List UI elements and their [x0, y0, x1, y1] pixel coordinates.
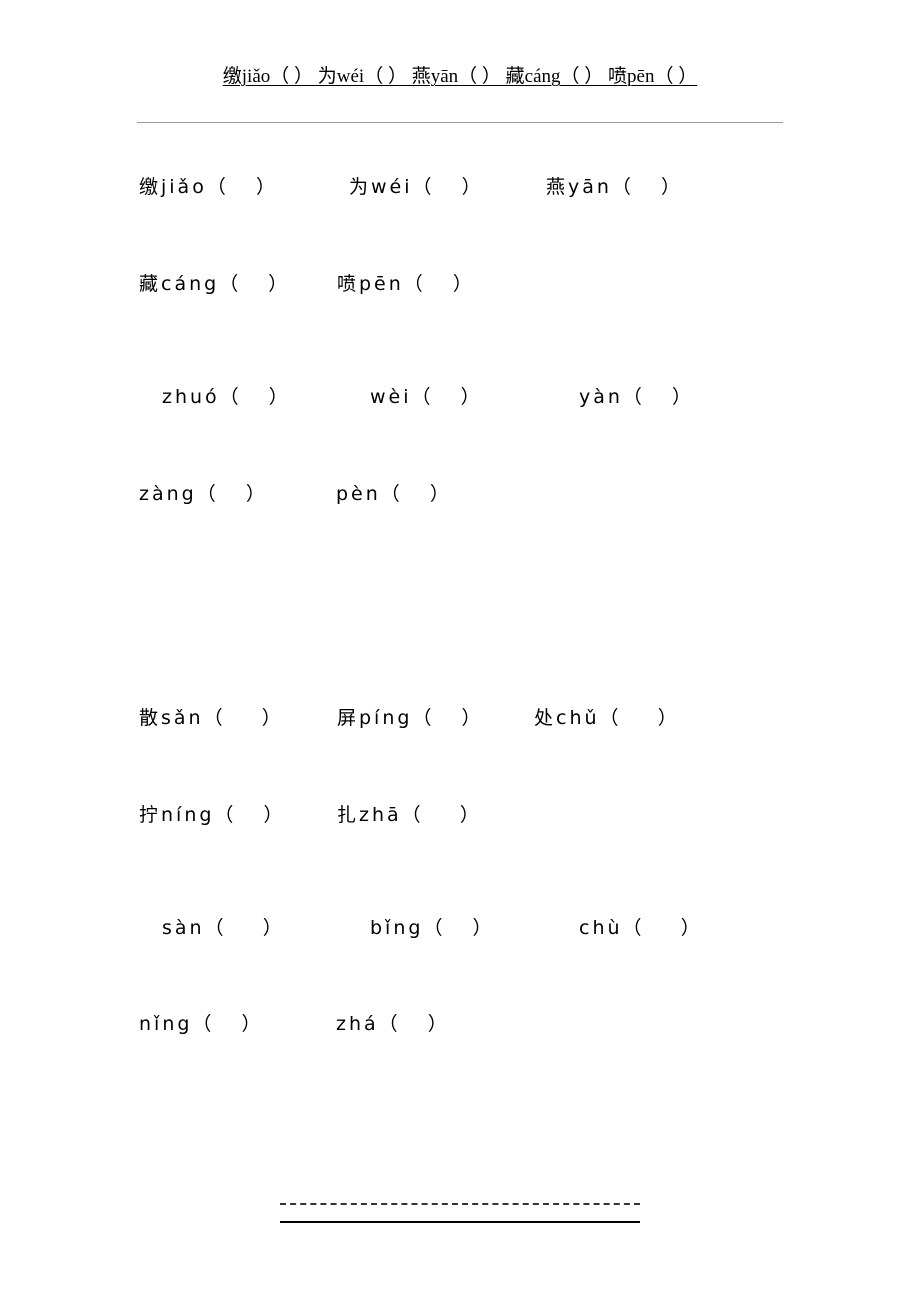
- s1-row-3: zhuó（ ） wèi（ ） yàn（ ）: [139, 384, 691, 410]
- question-item: 藏cáng（ ）: [139, 273, 291, 295]
- s2-row-2: 拧níng（ ） 扎zhā（ ）: [139, 802, 479, 828]
- answer-item: zàng（ ）: [139, 483, 268, 505]
- question-item: 缴jiǎo（ ）: [139, 176, 278, 198]
- answer-item: chù（ ）: [579, 917, 703, 939]
- answer-item: sàn（ ）: [162, 917, 285, 939]
- question-item: 燕yān（ ）: [546, 176, 684, 198]
- answer-item: zhá（ ）: [336, 1013, 450, 1035]
- header-text: 缴jiǎo（ ） 为wéi（ ） 燕yān（ ） 藏cáng（ ） 喷pēn（ …: [222, 66, 698, 87]
- footer-rule: [280, 1221, 640, 1223]
- footer-dashed-line: [280, 1203, 640, 1205]
- s1-row-2: 藏cáng（ ） 喷pēn（ ）: [139, 271, 472, 297]
- question-item: 拧níng（ ）: [139, 804, 286, 826]
- question-item: 处chǔ（ ）: [534, 707, 680, 729]
- question-item: 散sǎn（ ）: [139, 707, 284, 729]
- s2-row-3: sàn（ ） bǐng（ ） chù（ ）: [139, 915, 700, 941]
- answer-item: nǐng（ ）: [139, 1013, 264, 1035]
- answer-item: yàn（ ）: [579, 386, 695, 408]
- question-item: 为wéi（ ）: [349, 176, 484, 198]
- question-item: 扎zhā（ ）: [337, 804, 482, 826]
- question-item: 屏píng（ ）: [337, 707, 484, 729]
- question-item: 喷pēn（ ）: [337, 273, 475, 295]
- answer-item: pèn（ ）: [336, 483, 452, 505]
- page-header: 缴jiǎo（ ） 为wéi（ ） 燕yān（ ） 藏cáng（ ） 喷pēn（ …: [137, 62, 783, 92]
- s1-row-4: zàng（ ） pèn（ ）: [139, 481, 449, 507]
- header-rule: [137, 122, 783, 123]
- s2-row-1: 散sǎn（ ） 屏píng（ ） 处chǔ（ ）: [139, 705, 677, 731]
- s2-row-4: nǐng（ ） zhá（ ）: [139, 1011, 447, 1037]
- s1-row-1: 缴jiǎo（ ） 为wéi（ ） 燕yān（ ）: [139, 174, 680, 200]
- answer-item: wèi（ ）: [370, 386, 483, 408]
- answer-item: zhuó（ ）: [162, 386, 291, 408]
- answer-item: bǐng（ ）: [370, 917, 495, 939]
